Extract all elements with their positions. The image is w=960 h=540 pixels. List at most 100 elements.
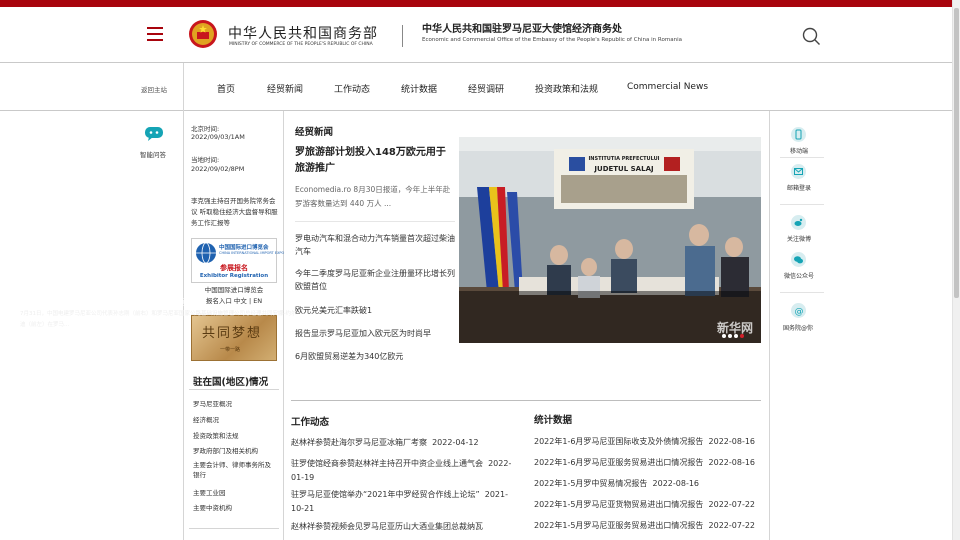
list-item[interactable]: 2022年1-5月罗马尼亚服务贸易进出口情况报告 2022-07-22 — [534, 519, 764, 533]
mail-login-link[interactable]: 邮箱登录 — [787, 183, 811, 192]
list-item[interactable]: 赵林祥参赞视频会见罗马尼亚历山大酒业集团总裁纳瓦 — [291, 520, 515, 534]
slider-dot[interactable] — [722, 334, 726, 338]
list-item[interactable]: 6月欧盟贸易逆差为340亿欧元 — [295, 350, 455, 363]
ministry-title[interactable]: 中华人民共和国商务部 — [228, 23, 378, 43]
item-date: 2022-07-22 — [708, 521, 756, 530]
at-icon[interactable]: @ — [791, 303, 806, 318]
header-divider — [402, 25, 403, 47]
trade-news-heading[interactable]: 经贸新闻 — [295, 124, 333, 138]
country-item[interactable]: 主要中资机构 — [193, 502, 232, 512]
list-item[interactable]: 2022年1-6月罗马尼亚服务贸易进出口情况报告 2022-08-16 — [534, 456, 764, 470]
item-title[interactable]: 2022年1-5月罗中贸易情况报告 — [534, 479, 647, 488]
national-emblem-icon[interactable] — [188, 18, 218, 50]
sign-text-1: INSTITUTIA PREFECTULUI — [588, 156, 660, 162]
weibo-link[interactable]: 关注微博 — [787, 234, 811, 243]
slider-dot[interactable] — [728, 334, 732, 338]
sidebar-divider — [780, 157, 824, 158]
country-item[interactable]: 主要会计师、律师事务所及银行 — [193, 460, 273, 480]
list-item[interactable]: 报告显示罗马尼亚加入欧元区为时尚早 — [295, 327, 455, 340]
expo-registration-en: Exhibitor Registration — [199, 273, 269, 279]
local-time-value: 2022/09/02/8PM — [191, 165, 245, 173]
list-item[interactable]: 驻罗使馆经商参赞赵林祥主持召开中资企业线上通气会 2022-01-19 — [291, 457, 515, 485]
smart-qa-link[interactable]: 智能问答 — [140, 149, 166, 159]
feature-news-link[interactable]: 李克强主持召开国务院常务会议 听取稳住经济大盘督导和服务工作汇报等 — [191, 196, 279, 229]
list-item[interactable]: 驻罗马尼亚使馆举办“2021年中罗经贸合作线上论坛” 2021-10-21 — [291, 488, 515, 516]
top-accent-bar — [0, 0, 960, 7]
office-subtitle: Economic and Commercial Office of the Em… — [422, 37, 682, 43]
item-title[interactable]: 赵林祥参赞视频会见罗马尼亚历山大酒业集团总裁纳瓦 — [291, 522, 483, 531]
item-date: 2022-08-16 — [708, 437, 756, 446]
slider-dot-active[interactable] — [740, 334, 744, 338]
mobile-link[interactable]: 移动端 — [790, 146, 808, 155]
country-item[interactable]: 罗马尼亚概况 — [193, 398, 232, 408]
list-item[interactable]: 2022年1-5月罗马尼亚货物贸易进出口情况报告 2022-07-22 — [534, 498, 764, 512]
mobile-icon[interactable] — [791, 127, 806, 142]
back-to-main-site-link[interactable]: 返回主站 — [141, 84, 167, 94]
item-date: 2022-08-16 — [652, 479, 700, 488]
slider-dot[interactable] — [734, 334, 738, 338]
nav-item-work-dynamics[interactable]: 工作动态 — [334, 82, 370, 95]
country-section-heading: 驻在国(地区)情况 — [193, 377, 269, 388]
state-council-link[interactable]: 国务院@你 — [783, 323, 813, 332]
item-title[interactable]: 2022年1-6月罗马尼亚服务贸易进出口情况报告 — [534, 458, 703, 467]
item-title[interactable]: 2022年1-5月罗马尼亚服务贸易进出口情况报告 — [534, 521, 703, 530]
list-item[interactable]: 2022年1-6月罗马尼亚国际收支及外债情况报告 2022-08-16 — [534, 435, 764, 449]
nav-item-home[interactable]: 首页 — [217, 82, 235, 95]
column-divider — [769, 111, 770, 540]
search-icon[interactable] — [801, 26, 821, 46]
item-title[interactable]: 驻罗马尼亚使馆举办“2021年中罗经贸合作线上论坛” — [291, 490, 480, 499]
nav-item-statistics[interactable]: 统计数据 — [401, 82, 437, 95]
item-title[interactable]: 赵林祥参赞赴海尔罗马尼亚冰箱厂考察 — [291, 438, 427, 447]
ministry-subtitle: MINISTRY OF COMMERCE OF THE PEOPLE'S REP… — [229, 42, 373, 47]
item-title[interactable]: 驻罗使馆经商参赞赵林祥主持召开中资企业线上通气会 — [291, 459, 483, 468]
nav-divider — [183, 63, 184, 111]
menu-icon[interactable] — [147, 27, 163, 41]
item-date: 2022-08-16 — [708, 458, 756, 467]
list-item[interactable]: 2022年1-5月罗中贸易情况报告 2022-08-16 — [534, 477, 764, 491]
headline-link[interactable]: 罗旅游部计划投入148万欧元用于旅游推广 — [295, 145, 455, 177]
site-header: 中华人民共和国商务部 MINISTRY OF COMMERCE OF THE P… — [0, 7, 960, 63]
import-expo-banner[interactable]: 中国国际进口博览会 CHINA INTERNATIONAL IMPORT EXP… — [191, 238, 284, 283]
nav-item-policy[interactable]: 投资政策和法规 — [535, 82, 598, 95]
item-title[interactable]: 2022年1-5月罗马尼亚货物贸易进出口情况报告 — [534, 500, 703, 509]
sign-text-2: JUDETUL SALAJ — [594, 165, 654, 173]
list-item[interactable]: 欧元兑美元汇率跌破1 — [295, 304, 455, 317]
expo-globe-icon — [196, 242, 216, 264]
nav-item-trade-news[interactable]: 经贸新闻 — [267, 82, 303, 95]
wechat-icon[interactable] — [791, 252, 806, 267]
list-item[interactable]: 赵林祥参赞赴海尔罗马尼亚冰箱厂考察 2022-04-12 — [291, 436, 515, 450]
item-title[interactable]: 2022年1-6月罗马尼亚国际收支及外债情况报告 — [534, 437, 703, 446]
sidebar-divider — [780, 292, 824, 293]
country-item[interactable]: 投资政策和法规 — [193, 430, 239, 440]
sidebar-divider — [780, 204, 824, 205]
news-slider[interactable]: INSTITUTIA PREFECTULUI JUDETUL SALAJ — [459, 137, 761, 343]
slider-caption-bg — [459, 291, 761, 343]
wechat-link[interactable]: 微信公众号 — [784, 271, 814, 280]
mail-icon[interactable] — [791, 164, 806, 179]
work-dynamics-heading[interactable]: 工作动态 — [291, 414, 329, 428]
main-nav: 返回主站 首页 经贸新闻 工作动态 统计数据 经贸调研 投资政策和法规 Comm… — [0, 63, 960, 111]
slider-title[interactable]: 中国公司签约罗马尼亚西北部扎勒乌市绕城路项目 — [20, 297, 196, 308]
slider-description: 7月31日，中国电建罗马尼亚公司代表孙志刚（前右）和罗马尼亚国家公路基础设施管理… — [20, 311, 297, 328]
headline-summary: Economedia.ro 8月30日报道，今年上半年赴罗游客数量达到 440 … — [295, 185, 451, 208]
nav-item-commercial-news[interactable]: Commercial News — [627, 82, 708, 92]
local-time-label: 当地时间: — [191, 156, 220, 164]
expo-entry-links[interactable]: 报名入口 中文 | EN — [191, 296, 277, 307]
chat-bubble-icon[interactable] — [145, 127, 163, 141]
scrollbar-thumb[interactable] — [954, 8, 959, 298]
nav-item-research[interactable]: 经贸调研 — [468, 82, 504, 95]
list-item[interactable]: 今年二季度罗马尼亚新企业注册量环比增长列欧盟首位 — [295, 267, 455, 293]
expo-caption: 中国国际进口博览会 报名入口 中文 | EN — [191, 285, 277, 307]
expo-name-cn: 中国国际进口博览会 — [219, 245, 269, 251]
statistics-heading[interactable]: 统计数据 — [534, 412, 572, 426]
section-underline — [189, 389, 279, 390]
expo-name-en: CHINA INTERNATIONAL IMPORT EXPO — [219, 251, 285, 255]
country-item[interactable]: 主要工业园 — [193, 487, 226, 497]
svg-text:@: @ — [795, 307, 804, 317]
section-divider — [291, 400, 761, 401]
country-item[interactable]: 经济概况 — [193, 414, 219, 424]
weibo-icon[interactable] — [791, 215, 806, 230]
banner-subtext: 一带一路 — [220, 347, 241, 353]
list-item[interactable]: 罗电动汽车和混合动力汽车销量首次超过柴油汽车 — [295, 232, 455, 258]
country-item[interactable]: 罗政府部门及相关机构 — [193, 445, 258, 455]
